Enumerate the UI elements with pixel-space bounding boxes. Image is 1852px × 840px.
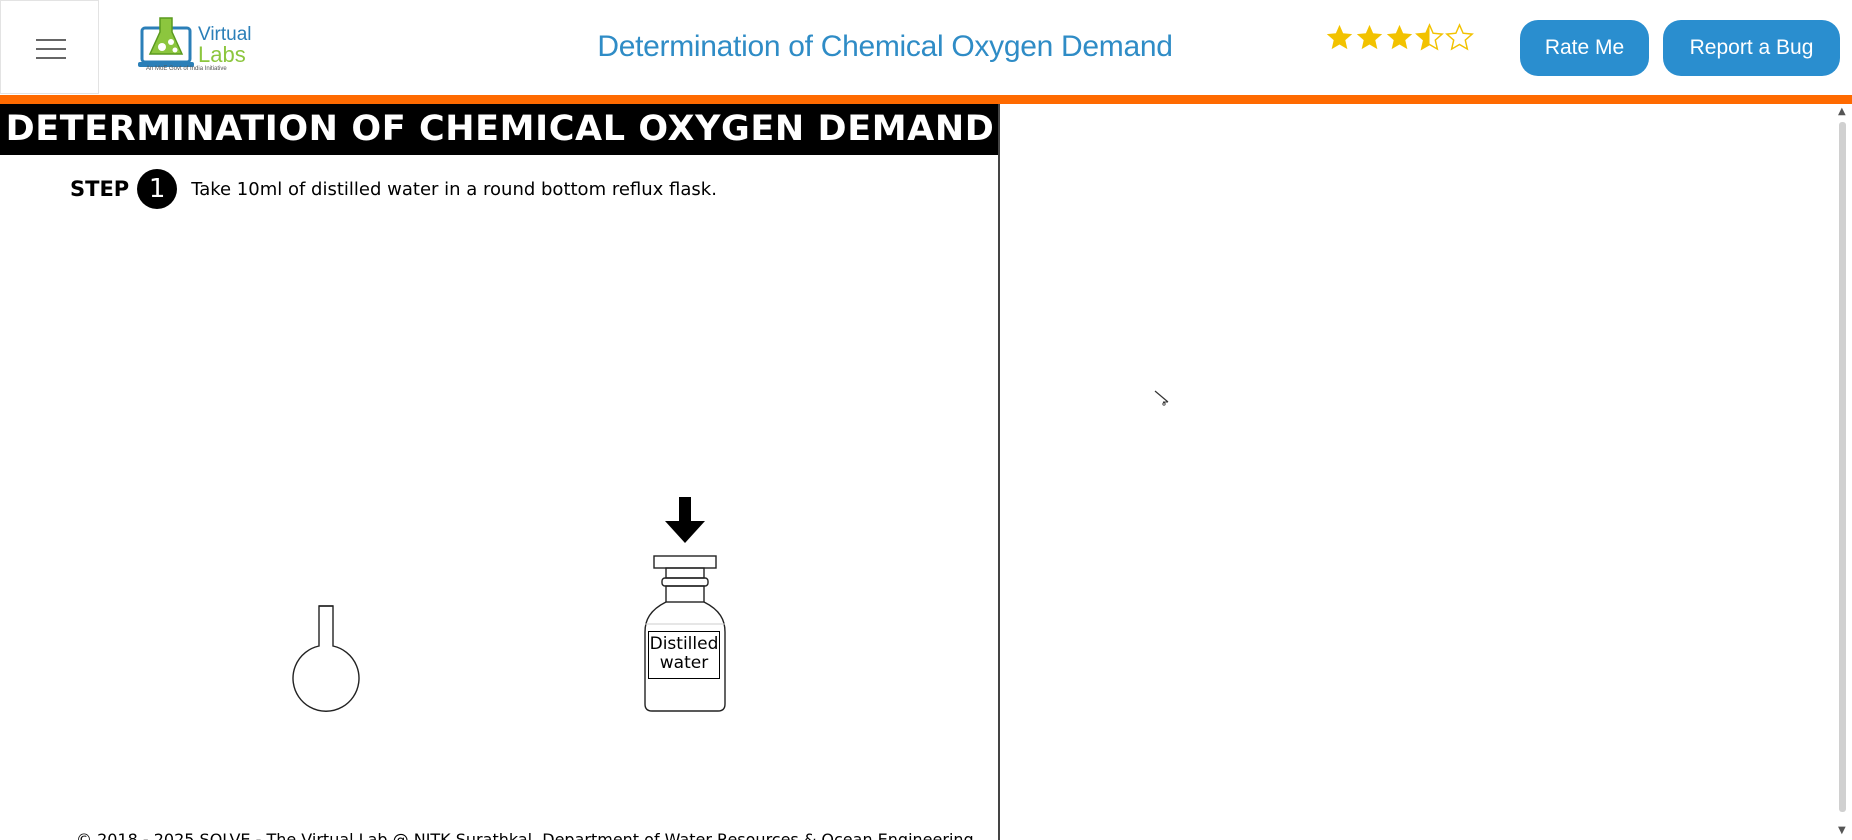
page-scrollbar[interactable]: ▲ ▼ xyxy=(1834,104,1852,840)
mouse-cursor-icon xyxy=(1154,390,1169,406)
step-number-badge: 1 xyxy=(137,169,178,209)
rating-stars[interactable] xyxy=(1325,22,1474,58)
star-empty-icon[interactable] xyxy=(1445,22,1474,52)
header-divider xyxy=(0,95,1852,104)
footer-copyright: © 2018 - 2025 SOLVE - The Virtual Lab @ … xyxy=(76,830,974,840)
hamburger-icon xyxy=(36,39,66,41)
rate-me-button[interactable]: Rate Me xyxy=(1520,20,1649,76)
bottle-label: Distilled water xyxy=(648,631,720,679)
menu-button[interactable] xyxy=(0,0,99,94)
hamburger-line xyxy=(36,57,66,59)
chevron-up-icon[interactable]: ▲ xyxy=(1838,106,1846,117)
experiment-title: DETERMINATION OF CHEMICAL OXYGEN DEMAND xyxy=(0,104,998,155)
step-label: STEP xyxy=(70,177,130,201)
star-icon[interactable] xyxy=(1325,22,1354,52)
step-instruction: STEP 1 Take 10ml of distilled water in a… xyxy=(70,169,717,209)
bottle-label-line2: water xyxy=(659,653,709,673)
star-icon[interactable] xyxy=(1385,22,1414,52)
logo-text-bottom: Labs xyxy=(198,42,246,67)
star-icon[interactable] xyxy=(1355,22,1384,52)
arrow-down-icon xyxy=(665,497,705,543)
report-bug-button[interactable]: Report a Bug xyxy=(1663,20,1840,76)
chevron-down-icon[interactable]: ▼ xyxy=(1838,825,1846,836)
page-title: Determination of Chemical Oxygen Demand xyxy=(597,30,1173,63)
bottle-label-line1: Distilled xyxy=(649,634,719,654)
step-text: Take 10ml of distilled water in a round … xyxy=(191,178,717,200)
logo-subtitle: An MoE Govt of India Initiative xyxy=(146,66,227,72)
experiment-panel: DETERMINATION OF CHEMICAL OXYGEN DEMAND … xyxy=(0,104,1000,840)
star-half-icon[interactable] xyxy=(1415,22,1444,52)
round-bottom-flask[interactable] xyxy=(288,604,364,720)
hamburger-line xyxy=(36,48,66,50)
scrollbar-thumb[interactable] xyxy=(1839,122,1846,812)
top-navbar: Virtual Labs An MoE Govt of India Initia… xyxy=(0,0,1852,95)
